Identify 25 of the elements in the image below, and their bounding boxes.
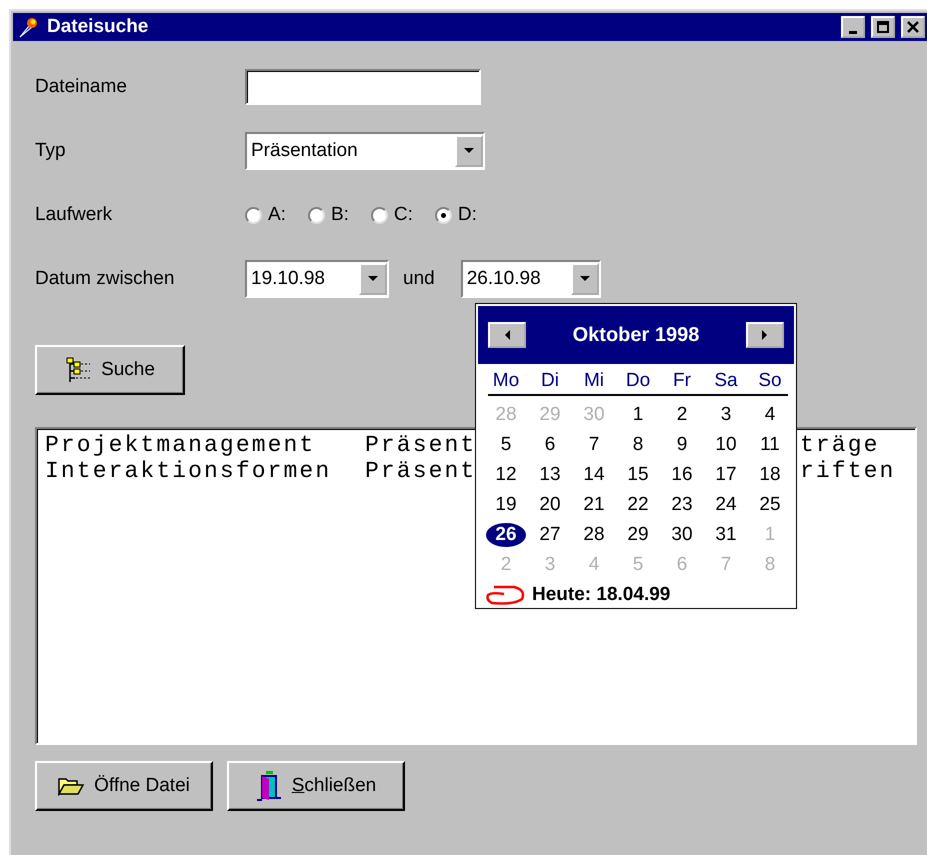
weekday-label: Mo: [492, 370, 520, 393]
result-cell: träge: [800, 432, 880, 458]
field-label: Typ: [35, 140, 67, 162]
month-title: Oktober 1998: [572, 324, 700, 346]
window-title: Dateisuche: [47, 16, 150, 38]
today-label: Heute: 18.04.99: [532, 584, 670, 606]
field-label: Laufwerk: [35, 204, 114, 226]
result-cell: Präsent: [365, 432, 476, 458]
result-cell: Interaktionsformen: [45, 458, 332, 484]
range-separator: und: [403, 268, 435, 290]
field-label: Datum zwischen: [35, 268, 176, 290]
weekday-label: So: [757, 370, 783, 393]
result-cell: Präsent: [365, 458, 476, 484]
weekday-label: Di: [540, 370, 560, 393]
weekday-label: Mi: [582, 370, 606, 393]
result-cell: riften: [800, 458, 896, 484]
field-label: Dateiname: [35, 76, 128, 98]
radio-label: A:: [268, 204, 286, 226]
weekday-label: Do: [624, 370, 652, 393]
radio-label: C:: [394, 204, 413, 226]
result-cell: Projektmanagement: [45, 432, 316, 458]
radio-label: B:: [330, 204, 349, 226]
weekday-label: Sa: [713, 370, 739, 393]
weekday-label: Fr: [672, 370, 692, 393]
radio-label: D:: [458, 204, 477, 226]
